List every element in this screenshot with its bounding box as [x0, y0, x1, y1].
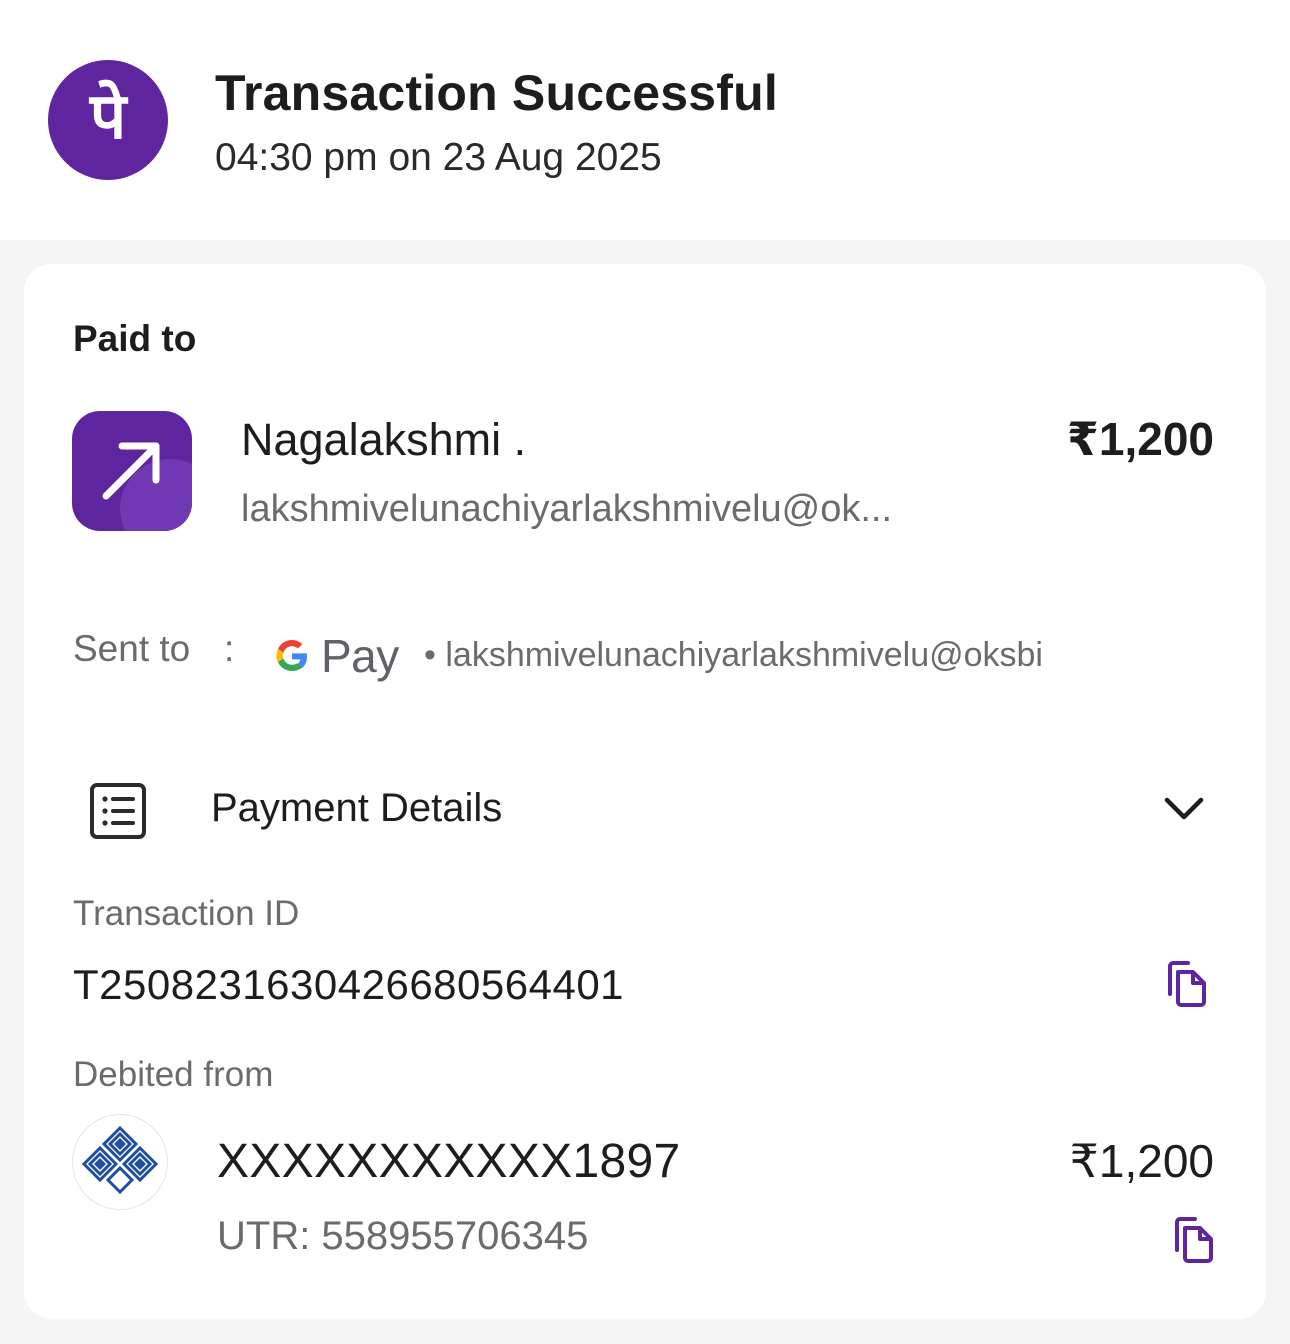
- transaction-id-value: T2508231630426680564401: [73, 961, 625, 1008]
- phonepe-logo-glyph: पे: [89, 80, 127, 154]
- transaction-header: पे Transaction Successful 04:30 pm on 23…: [0, 0, 1290, 240]
- sent-to-label: Sent to: [73, 628, 191, 669]
- copy-utr-icon[interactable]: [1167, 1214, 1219, 1266]
- paid-to-label: Paid to: [73, 318, 197, 359]
- copy-transaction-id-icon[interactable]: [1160, 958, 1212, 1010]
- bank-logo-icon: [72, 1114, 168, 1210]
- transaction-id-label: Transaction ID: [73, 894, 300, 933]
- payee-amount: ₹1,200: [1066, 413, 1214, 465]
- google-pay-logo-icon: Pay: [269, 628, 399, 684]
- phonepe-logo-icon: पे: [48, 60, 168, 180]
- transaction-timestamp: 04:30 pm on 23 Aug 2025: [215, 136, 662, 179]
- sent-to-upi-id: • lakshmivelunachiyarlakshmivelu@oksbi: [424, 636, 1043, 674]
- payee-upi-id: lakshmivelunachiyarlakshmivelu@ok...: [241, 488, 893, 530]
- transaction-status-title: Transaction Successful: [215, 65, 778, 121]
- google-pay-wordmark: Pay: [321, 630, 399, 682]
- payee-name: Nagalakshmi .: [241, 414, 527, 465]
- receipt-list-icon: [90, 783, 146, 839]
- sent-to-separator: :: [224, 628, 235, 669]
- chevron-down-icon[interactable]: [1160, 790, 1208, 830]
- debited-account-number: XXXXXXXXXXX1897: [217, 1135, 681, 1188]
- google-g-icon: [276, 640, 307, 671]
- payment-details-toggle[interactable]: Payment Details: [24, 764, 1266, 854]
- payment-details-label: Payment Details: [211, 786, 503, 830]
- transaction-details-card: Paid to Nagalakshmi . ₹1,200 lakshmivelu…: [24, 264, 1266, 1319]
- utr-number: UTR: 558955706345: [217, 1214, 589, 1258]
- debited-amount: ₹1,200: [1069, 1135, 1214, 1187]
- arrow-up-right-icon: [72, 411, 192, 531]
- debited-from-label: Debited from: [73, 1055, 274, 1094]
